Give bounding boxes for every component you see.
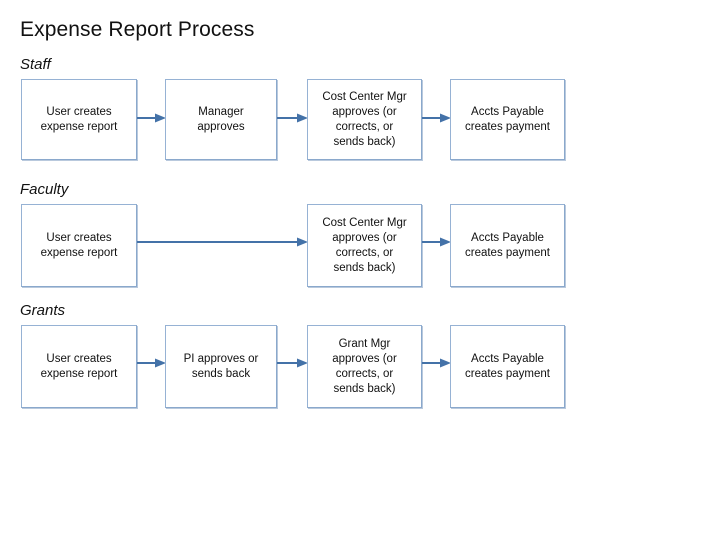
process-box-grants-4[interactable]: Accts Payable creates payment xyxy=(450,325,565,408)
process-box-label: Grant Mgr approves (or corrects, or send… xyxy=(332,337,397,395)
process-box-label: Accts Payable creates payment xyxy=(464,231,550,259)
section-label-grants: Grants xyxy=(20,302,66,319)
process-box-grants-2[interactable]: PI approves or sends back xyxy=(165,325,277,408)
process-box-staff-3[interactable]: Cost Center Mgr approves (or corrects, o… xyxy=(307,79,422,160)
process-box-faculty-1[interactable]: User creates expense report xyxy=(21,204,137,287)
page-title: Expense Report Process xyxy=(20,18,255,41)
process-box-label: User creates expense report xyxy=(40,231,118,259)
process-box-grants-3[interactable]: Grant Mgr approves (or corrects, or send… xyxy=(307,325,422,408)
process-box-label: Cost Center Mgr approves (or corrects, o… xyxy=(322,216,407,274)
process-box-faculty-3[interactable]: Accts Payable creates payment xyxy=(450,204,565,287)
slide-canvas: Expense Report Process Staff User create… xyxy=(0,0,720,540)
process-box-label: User creates expense report xyxy=(40,105,118,133)
process-box-staff-2[interactable]: Manager approves xyxy=(165,79,277,160)
section-label-staff: Staff xyxy=(20,56,51,73)
process-box-label: Cost Center Mgr approves (or corrects, o… xyxy=(322,90,407,148)
arrow-faculty-1-to-2 xyxy=(137,236,308,248)
section-label-faculty: Faculty xyxy=(20,181,69,198)
arrow-faculty-2-to-3 xyxy=(422,236,451,248)
process-box-staff-4[interactable]: Accts Payable creates payment xyxy=(450,79,565,160)
process-box-label: Accts Payable creates payment xyxy=(464,352,550,380)
arrow-grants-1-to-2 xyxy=(137,357,166,369)
process-box-grants-1[interactable]: User creates expense report xyxy=(21,325,137,408)
process-box-label: PI approves or sends back xyxy=(183,352,259,380)
process-box-label: User creates expense report xyxy=(40,352,118,380)
process-box-staff-1[interactable]: User creates expense report xyxy=(21,79,137,160)
arrow-grants-3-to-4 xyxy=(422,357,451,369)
arrow-staff-3-to-4 xyxy=(422,112,451,124)
process-box-faculty-2[interactable]: Cost Center Mgr approves (or corrects, o… xyxy=(307,204,422,287)
arrow-staff-1-to-2 xyxy=(137,112,166,124)
arrow-grants-2-to-3 xyxy=(277,357,308,369)
process-box-label: Manager approves xyxy=(197,105,245,133)
process-box-label: Accts Payable creates payment xyxy=(464,105,550,133)
arrow-staff-2-to-3 xyxy=(277,112,308,124)
